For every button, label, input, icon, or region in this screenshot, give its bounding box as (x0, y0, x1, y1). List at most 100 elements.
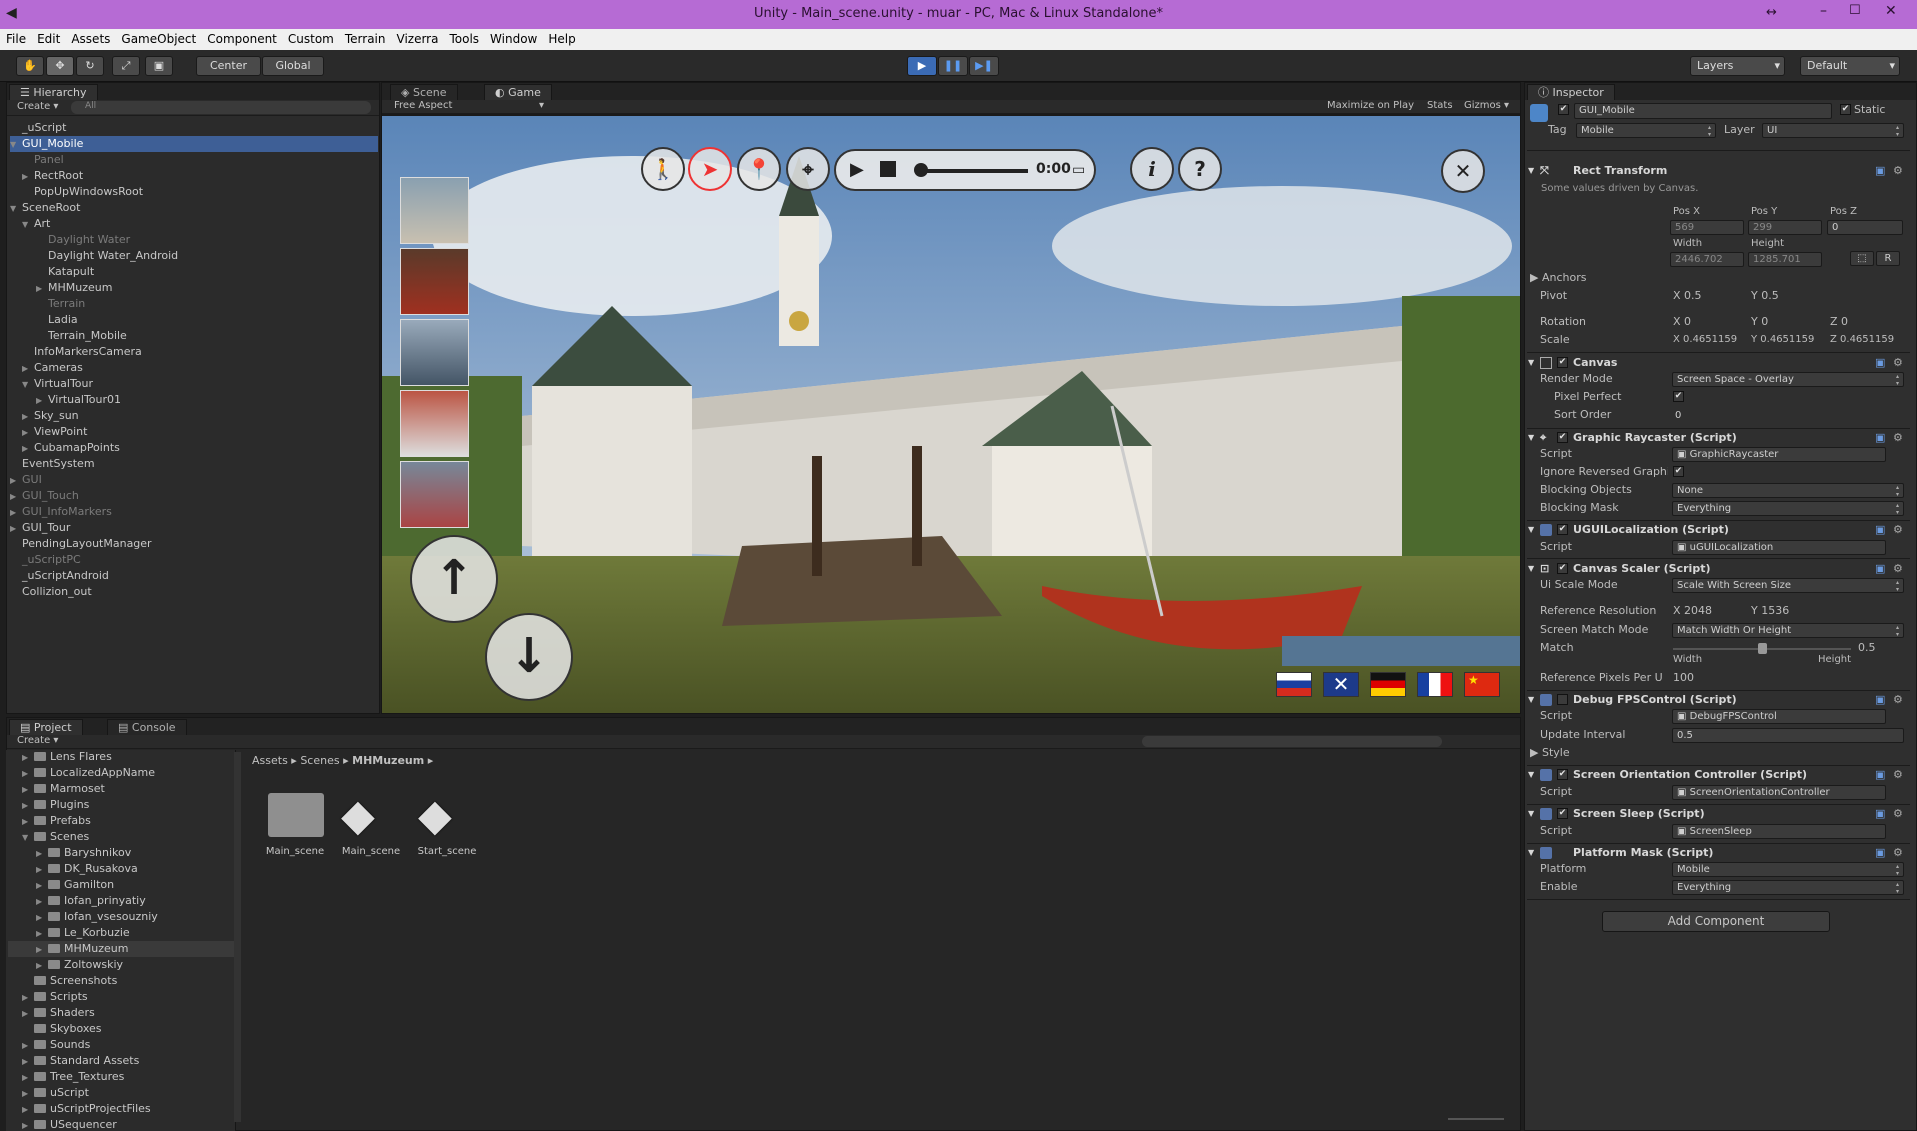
canvas-header[interactable]: ▼ ✔ Canvas ▣ ⚙ (1527, 354, 1910, 371)
sleep-script-field[interactable]: ▣ ScreenSleep (1672, 824, 1886, 839)
add-component-button[interactable]: Add Component (1602, 911, 1830, 932)
folder-item[interactable]: ▶ Standard Assets (22, 1053, 139, 1069)
folder-item[interactable]: ▼ Scenes (22, 829, 89, 845)
hierarchy-item[interactable]: Daylight Water_Android (36, 248, 178, 264)
ppu-field[interactable]: 100 (1673, 670, 1694, 686)
gear-icon[interactable]: ⚙ (1893, 354, 1903, 371)
folder-item[interactable]: ▶ Shaders (22, 1005, 95, 1021)
hierarchy-create-button[interactable]: Create ▾ (17, 101, 58, 112)
menu-window[interactable]: Window (484, 29, 542, 46)
blocking-mask-dropdown[interactable]: Everything (1672, 501, 1904, 516)
blocking-objects-dropdown[interactable]: None (1672, 483, 1904, 498)
hierarchy-item[interactable]: ▼ SceneRoot (10, 200, 80, 216)
localization-enabled-checkbox[interactable]: ✔ (1557, 524, 1568, 535)
pos-x-field[interactable]: 569 (1670, 220, 1744, 235)
folder-item[interactable]: Skyboxes (22, 1021, 102, 1037)
static-checkbox[interactable]: ✔ (1840, 104, 1851, 115)
platform-dropdown[interactable]: Mobile (1672, 862, 1904, 877)
localization-header[interactable]: ▼ ✔ UGUILocalization (Script) ▣ ⚙ (1527, 521, 1910, 538)
hierarchy-item[interactable]: ▶ ViewPoint (22, 424, 87, 440)
pivot-center-toggle[interactable]: Center (196, 56, 261, 76)
scale-z-field[interactable]: Z 0.4651159 (1830, 332, 1908, 348)
canvas-enabled-checkbox[interactable]: ✔ (1557, 357, 1568, 368)
audio-play-icon[interactable]: ▶ (850, 159, 864, 180)
sleep-enabled-checkbox[interactable]: ✔ (1557, 808, 1568, 819)
unity-scene-icon[interactable]: ◆ (418, 790, 452, 841)
menu-assets[interactable]: Assets (65, 29, 115, 46)
rotation-y-field[interactable]: Y 0 (1751, 314, 1768, 330)
pivot-x-field[interactable]: X 0.5 (1673, 288, 1702, 304)
layers-dropdown[interactable]: Layers ▾ (1690, 56, 1785, 76)
hierarchy-item[interactable]: InfoMarkersCamera (22, 344, 142, 360)
height-field[interactable]: 1285.701 (1748, 252, 1822, 267)
flag-russia-icon[interactable] (1276, 672, 1312, 697)
breadcrumb-assets[interactable]: Assets (252, 754, 288, 767)
raycaster-script-field[interactable]: ▣ GraphicRaycaster (1672, 447, 1886, 462)
folder-item[interactable]: ▶ Prefabs (22, 813, 91, 829)
folder-item[interactable]: ▶ Iofan_prinyatiy (36, 893, 146, 909)
breadcrumb-scenes[interactable]: Scenes (300, 754, 339, 767)
project-tree-scrollbar[interactable] (234, 752, 241, 1122)
render-mode-dropdown[interactable]: Screen Space - Overlay (1672, 372, 1904, 387)
orientation-script-field[interactable]: ▣ ScreenOrientationController (1672, 785, 1886, 800)
hierarchy-item[interactable]: ▶ CubamapPoints (22, 440, 120, 456)
move-tool-icon[interactable]: ✥ (46, 56, 74, 76)
scale-tool-icon[interactable]: ⤢ (112, 56, 140, 76)
book-icon[interactable]: ▣ (1875, 560, 1885, 577)
ref-y-field[interactable]: Y 1536 (1751, 603, 1789, 619)
blueprint-button[interactable]: ⬚ (1850, 251, 1874, 266)
gear-icon[interactable]: ⚙ (1893, 429, 1903, 446)
hierarchy-item[interactable]: _uScriptAndroid (10, 568, 109, 584)
match-mode-dropdown[interactable]: Match Width Or Height (1672, 623, 1904, 638)
raycaster-enabled-checkbox[interactable]: ✔ (1557, 432, 1568, 443)
hierarchy-item[interactable]: _uScript (10, 120, 378, 136)
match-slider-handle[interactable] (1758, 643, 1767, 654)
menu-edit[interactable]: Edit (31, 29, 65, 46)
fps-control-header[interactable]: ▼ Debug FPSControl (Script) ▣ ⚙ (1527, 691, 1910, 708)
fly-mode-button[interactable]: ➤ (688, 147, 732, 191)
menu-file[interactable]: File (0, 29, 31, 46)
hierarchy-item[interactable]: Terrain (36, 296, 85, 312)
book-icon[interactable]: ▣ (1875, 844, 1885, 861)
flag-china-icon[interactable]: ★ (1464, 672, 1500, 697)
play-button[interactable]: ▶ (907, 56, 937, 76)
unity-scene-icon[interactable]: ◆ (341, 790, 375, 841)
platform-mask-header[interactable]: ▼ Platform Mask (Script) ▣ ⚙ (1527, 844, 1910, 861)
layer-dropdown[interactable]: UI (1762, 123, 1904, 138)
project-search-input[interactable] (1142, 736, 1442, 747)
hierarchy-item[interactable]: Ladia (36, 312, 78, 328)
location-thumbnail[interactable] (400, 461, 469, 528)
menu-terrain[interactable]: Terrain (339, 29, 391, 46)
maximize-on-play-toggle[interactable]: Maximize on Play (1327, 100, 1414, 111)
folder-item[interactable]: ▶ Zoltowskiy (36, 957, 123, 973)
zoom-slider[interactable] (1448, 1118, 1504, 1120)
hierarchy-item[interactable]: Collizion_out (10, 584, 92, 600)
gear-icon[interactable]: ⚙ (1893, 162, 1903, 179)
update-interval-field[interactable]: 0.5 (1672, 728, 1904, 743)
folder-item-selected[interactable]: ▶ MHMuzeum (8, 941, 234, 957)
tab-scene[interactable]: ◈ Scene (390, 84, 458, 100)
flag-germany-icon[interactable] (1370, 672, 1406, 697)
book-icon[interactable]: ▣ (1875, 162, 1885, 179)
step-button[interactable]: ▶❚ (969, 56, 999, 76)
hierarchy-item[interactable]: ▶ GUI_Touch (10, 488, 79, 504)
folder-item[interactable]: ▶ Lens Flares (22, 749, 112, 765)
folder-item[interactable]: ▶ DK_Rusakova (36, 861, 138, 877)
folder-item[interactable]: ▶ Marmoset (22, 781, 105, 797)
sort-order-field[interactable]: 0 (1670, 408, 1904, 423)
folder-item[interactable]: ▶ Scripts (22, 989, 88, 1005)
location-thumbnail[interactable] (400, 390, 469, 457)
hierarchy-item[interactable]: Panel (22, 152, 64, 168)
pos-y-field[interactable]: 299 (1748, 220, 1822, 235)
anchors-label[interactable]: ▶ Anchors (1530, 270, 1586, 286)
object-name-field[interactable]: GUI_Mobile (1574, 103, 1832, 119)
close-window-button[interactable]: ✕ (1885, 3, 1897, 19)
tour-button[interactable]: ⌖ (786, 147, 830, 191)
hierarchy-item[interactable]: ▶ GUI (10, 472, 42, 488)
help-button[interactable]: ? (1178, 147, 1222, 191)
folder-item[interactable]: ▶ Gamilton (36, 877, 114, 893)
tag-dropdown[interactable]: Mobile (1576, 123, 1716, 138)
maximize-button[interactable]: ☐ (1849, 3, 1861, 18)
match-value[interactable]: 0.5 (1858, 640, 1876, 656)
menu-gameobject[interactable]: GameObject (115, 29, 201, 46)
